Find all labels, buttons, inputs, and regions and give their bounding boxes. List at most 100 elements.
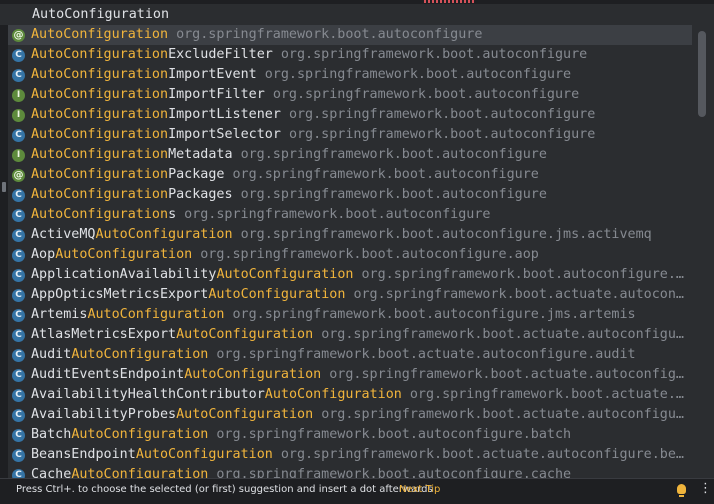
suggestion-item[interactable]: @ AutoConfiguration org.springframework.bo…: [8, 25, 692, 45]
name-prefix: AppOpticsMetricsExport: [31, 287, 209, 302]
suggestion-name: AutoConfigurationImportEvent: [31, 65, 257, 85]
suggestion-package: org.springframework.boot.autoconfigure: [264, 67, 572, 82]
name-prefix: AvailabilityProbes: [31, 407, 177, 422]
name-prefix: Artemis: [31, 307, 88, 322]
name-match: AutoConfiguration: [216, 267, 354, 282]
name-match: AutoConfiguration: [208, 287, 346, 302]
name-prefix: AvailabilityHealthContributor: [31, 387, 265, 402]
suggestion-package: org.springframework.boot.autoconfigure.j…: [232, 307, 636, 322]
suggestion-item[interactable]: C ActiveMQAutoConfiguration org.springfram…: [8, 225, 692, 245]
interface-icon: I: [12, 108, 25, 122]
error-squiggle: [424, 0, 476, 3]
class-icon: C: [12, 408, 25, 422]
gutter-marker: [2, 182, 6, 192]
name-match: AutoConfiguration: [31, 207, 169, 222]
suggestion-package: org.springframework.boot.actuate.autocon…: [321, 407, 692, 422]
suggestion-name: AutoConfigurationExcludeFilter: [31, 45, 273, 65]
completion-hint: Press Ctrl+. to choose the selected (or …: [16, 484, 433, 495]
next-tip-link[interactable]: Next Tip: [399, 484, 440, 495]
suggestion-package: org.springframework.boot.autoconfigure: [288, 127, 596, 142]
suggestion-package: org.springframework.boot.actuate.a…: [409, 387, 692, 402]
suggestion-package: org.springframework.boot.autoconfigure: [184, 207, 491, 222]
suggestion-item[interactable]: I AutoConfigurationImportListener org.spri…: [8, 105, 692, 125]
suggestion-item[interactable]: C AuditAutoConfiguration org.springframewo…: [8, 345, 692, 365]
name-suffix: Metadata: [168, 147, 233, 162]
suggestion-name: AuditAutoConfiguration: [31, 345, 208, 365]
suggestion-item[interactable]: C AutoConfigurationImportSelector org.spri…: [8, 125, 692, 145]
suggestion-item[interactable]: C AopAutoConfiguration org.springframework…: [8, 245, 692, 265]
name-match: AutoConfiguration: [71, 467, 209, 478]
suggestion-item[interactable]: C AvailabilityProbesAutoConfiguration org.…: [8, 405, 692, 425]
name-match: AutoConfiguration: [31, 127, 169, 142]
suggestion-item[interactable]: C AuditEventsEndpointAutoConfiguration org…: [8, 365, 692, 385]
suggestion-name: ArtemisAutoConfiguration: [31, 305, 225, 325]
class-icon: C: [12, 428, 25, 442]
suggestion-package: org.springframework.boot.autoconfigure: [280, 47, 588, 62]
class-icon: C: [12, 48, 25, 62]
suggestion-item[interactable]: C AvailabilityHealthContributorAutoConfig…: [8, 385, 692, 405]
name-match: AutoConfiguration: [135, 447, 273, 462]
suggestion-item[interactable]: C AtlasMetricsExportAutoConfiguration org.…: [8, 325, 692, 345]
suggestion-item[interactable]: C AutoConfigurationPackages org.springfram…: [8, 185, 692, 205]
class-icon: C: [12, 448, 25, 462]
name-prefix: ActiveMQ: [31, 227, 96, 242]
suggestion-name: AopAutoConfiguration: [31, 245, 192, 265]
suggestion-item[interactable]: I AutoConfigurationImportFilter org.spring…: [8, 85, 692, 105]
suggestion-package: org.springframework.boot.actuate.autocon…: [329, 367, 692, 382]
suggestion-item[interactable]: C BeansEndpointAutoConfiguration org.sprin…: [8, 445, 692, 465]
name-suffix: ImportSelector: [168, 127, 281, 142]
suggestion-item[interactable]: C BatchAutoConfiguration org.springframewo…: [8, 425, 692, 445]
suggestion-item[interactable]: I AutoConfigurationMetadata org.springfram…: [8, 145, 692, 165]
suggestion-name: BeansEndpointAutoConfiguration: [31, 445, 273, 465]
class-icon: C: [12, 68, 25, 82]
suggestion-name: AvailabilityHealthContributorAutoConfigu…: [31, 385, 402, 405]
name-suffix: Package: [168, 167, 225, 182]
suggestion-package: org.springframework.boot.autoconfigure.a…: [200, 247, 539, 262]
suggestion-item[interactable]: C CacheAutoConfiguration org.springframewo…: [8, 465, 692, 478]
suggestion-package: org.springframework.boot.autoconfigure.a…: [361, 267, 693, 282]
name-suffix: ExcludeFilter: [168, 47, 273, 62]
suggestion-item[interactable]: C AutoConfigurations org.springframework.b…: [8, 205, 692, 225]
name-match: AutoConfiguration: [55, 247, 193, 262]
name-suffix: ImportListener: [168, 107, 281, 122]
name-prefix: AtlasMetricsExport: [31, 327, 177, 342]
name-match: AutoConfiguration: [176, 327, 314, 342]
suggestion-item[interactable]: C ArtemisAutoConfiguration org.springframe…: [8, 305, 692, 325]
lightbulb-icon[interactable]: [677, 484, 686, 497]
name-match: AutoConfiguration: [95, 227, 233, 242]
name-prefix: Cache: [31, 467, 72, 478]
suggestion-package: org.springframework.boot.actuate.autocon…: [216, 347, 636, 362]
scrollbar[interactable]: [698, 31, 706, 117]
name-match: AutoConfiguration: [31, 167, 169, 182]
name-suffix: s: [168, 207, 177, 222]
name-match: AutoConfiguration: [184, 367, 322, 382]
suggestion-package: org.springframework.boot.actuate.autocon…: [353, 287, 692, 302]
suggestion-item[interactable]: C ApplicationAvailabilityAutoConfiguratio…: [8, 265, 692, 285]
class-icon: C: [12, 388, 25, 402]
suggestion-name: AutoConfigurationPackages: [31, 185, 233, 205]
suggestion-item[interactable]: C AutoConfigurationExcludeFilter org.sprin…: [8, 45, 692, 65]
class-icon: C: [12, 468, 25, 478]
editor-line[interactable]: AutoConfiguration: [0, 4, 714, 25]
suggestion-package: org.springframework.boot.autoconfigure.b…: [216, 427, 572, 442]
more-options-icon[interactable]: ⋮: [699, 482, 712, 496]
class-icon: C: [12, 128, 25, 142]
suggestion-package: org.springframework.boot.autoconfigure: [272, 87, 580, 102]
name-prefix: AuditEventsEndpoint: [31, 367, 185, 382]
name-suffix: ImportFilter: [168, 87, 265, 102]
suggestion-package: org.springframework.boot.autoconfigure.c…: [216, 467, 572, 478]
name-prefix: ApplicationAvailability: [31, 267, 217, 282]
class-icon: C: [12, 288, 25, 302]
class-icon: C: [12, 188, 25, 202]
name-suffix: Packages: [168, 187, 233, 202]
typed-query: AutoConfiguration: [32, 7, 170, 22]
name-match: AutoConfiguration: [176, 407, 314, 422]
suggestion-item[interactable]: C AppOpticsMetricsExportAutoConfiguration…: [8, 285, 692, 305]
class-icon: C: [12, 228, 25, 242]
suggestion-name: AutoConfigurationImportListener: [31, 105, 281, 125]
suggestion-item[interactable]: C AutoConfigurationImportEvent org.springf…: [8, 65, 692, 85]
class-icon: C: [12, 328, 25, 342]
suggestion-name: ActiveMQAutoConfiguration: [31, 225, 233, 245]
suggestion-item[interactable]: @ AutoConfigurationPackage org.springframe…: [8, 165, 692, 185]
suggestion-name: AutoConfigurationMetadata: [31, 145, 233, 165]
